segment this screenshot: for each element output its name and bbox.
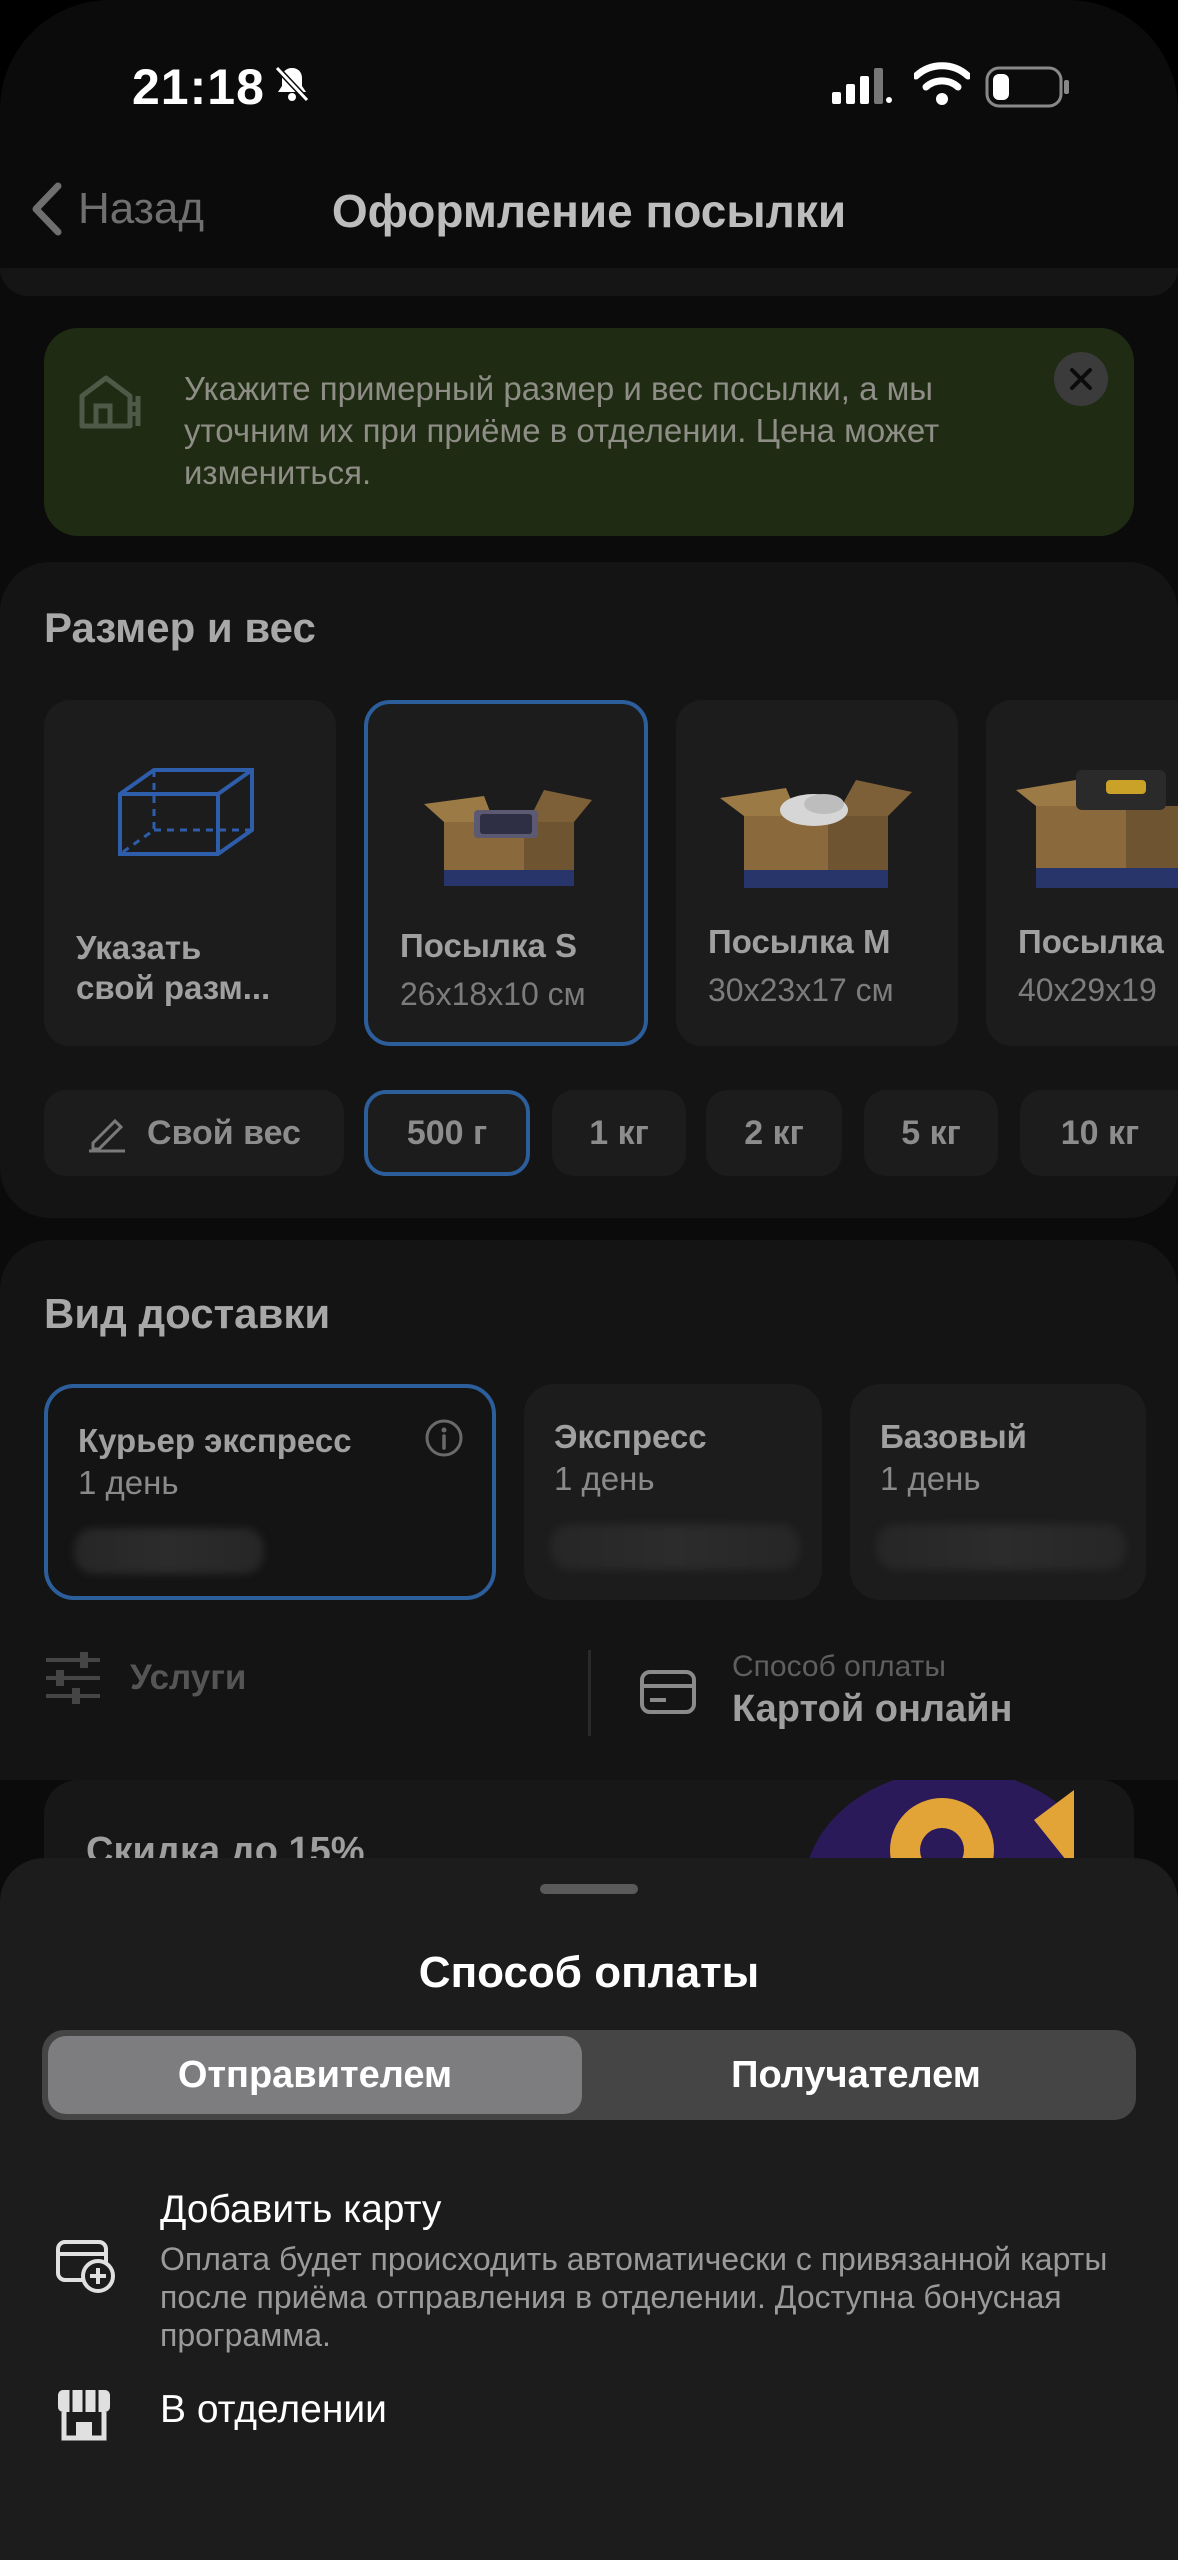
close-icon	[1070, 368, 1092, 390]
divider	[588, 1650, 591, 1736]
store-icon	[58, 2390, 110, 2441]
delivery-option-express[interactable]: Экспресс 1 день	[524, 1384, 822, 1600]
battery-icon	[985, 66, 1069, 108]
weight-chip-label: 10 кг	[1060, 1113, 1140, 1152]
weight-chip-label: 2 кг	[744, 1113, 804, 1152]
sheet-title: Способ оплаты	[418, 1948, 760, 1997]
delivery-option-days: 1 день	[78, 1464, 179, 1501]
size-option-l[interactable]: Посылка 40x29x19	[986, 700, 1178, 1046]
delivery-option-days: 1 день	[554, 1460, 655, 1497]
cellular-signal-icon	[832, 68, 892, 104]
pencil-icon	[89, 1118, 126, 1153]
blurred-price	[74, 1528, 264, 1574]
chevron-left-icon	[32, 182, 62, 236]
add-card-description: Оплата будет происходить автоматически с…	[160, 2241, 1108, 2353]
size-option-m[interactable]: Посылка M 30x23x17 см	[676, 700, 958, 1046]
info-icon[interactable]	[424, 1418, 464, 1458]
weight-chip-label: 500 г	[406, 1113, 488, 1152]
back-label: Назад	[78, 184, 205, 233]
add-card-icon	[56, 2240, 115, 2293]
delivery-option-name: Экспресс	[554, 1418, 707, 1455]
navigation-bar: Оформление посылки Назад	[0, 160, 1178, 270]
payment-method-value: Картой онлайн	[732, 1688, 1013, 1730]
custom-size-box-icon	[118, 768, 254, 856]
status-bar: 21:18	[0, 0, 1178, 160]
services-button[interactable]: Услуги	[44, 1650, 246, 1706]
pay-at-branch-title: В отделении	[160, 2388, 387, 2431]
size-option-label: Указать свой разм...	[76, 929, 271, 1006]
parcel-box-image	[424, 790, 592, 886]
blurred-price	[876, 1524, 1126, 1570]
parcel-box-image	[720, 780, 912, 888]
weight-chip-2kg[interactable]: 2 кг	[706, 1090, 842, 1176]
size-option-dims: 30x23x17 см	[708, 972, 894, 1008]
delivery-option-days: 1 день	[880, 1460, 981, 1497]
size-option-s[interactable]: Посылка S 26x18x10 см	[364, 700, 648, 1046]
delivery-option-name: Базовый	[880, 1418, 1027, 1455]
weight-chip-custom[interactable]: Свой вес	[44, 1090, 344, 1176]
house-ruler-icon	[79, 375, 141, 429]
credit-card-icon	[640, 1670, 696, 1714]
size-section-title: Размер и вес	[44, 604, 316, 651]
weight-chip-label: Свой вес	[147, 1113, 301, 1152]
info-banner-text: Укажите примерный размер и вес посылки, …	[184, 370, 940, 491]
delivery-option-basic[interactable]: Базовый 1 день	[850, 1384, 1146, 1600]
size-option-dims: 26x18x10 см	[400, 976, 586, 1012]
parcel-box-image	[1016, 770, 1178, 888]
size-option-label: Посылка	[1018, 923, 1164, 960]
wifi-icon	[914, 62, 970, 105]
close-banner-button[interactable]	[1054, 352, 1108, 406]
weight-chip-1kg[interactable]: 1 кг	[552, 1090, 686, 1176]
size-weight-section: Размер и вес Указать свой разм... Посылка…	[0, 562, 1178, 1218]
silent-bell-icon	[274, 65, 310, 103]
sheet-grabber[interactable]	[540, 1884, 638, 1894]
back-button[interactable]: Назад	[30, 182, 204, 236]
weight-chip-5kg[interactable]: 5 кг	[864, 1090, 998, 1176]
weight-chip-500g[interactable]: 500 г	[364, 1090, 530, 1176]
weight-chip-10kg[interactable]: 10 кг	[1020, 1090, 1178, 1176]
weight-chip-label: 5 кг	[901, 1113, 961, 1152]
weight-chip-label: 1 кг	[589, 1113, 649, 1152]
delivery-section: Вид доставки Курьер экспресс 1 день Эксп…	[0, 1240, 1178, 1780]
payment-bottom-sheet: Способ оплаты Отправителем Получателем Д…	[0, 1858, 1178, 2560]
size-option-label: Посылка S	[400, 927, 577, 964]
size-option-custom[interactable]: Указать свой разм...	[44, 700, 336, 1046]
delivery-option-name: Курьер экспресс	[78, 1422, 352, 1459]
size-option-label: Посылка M	[708, 923, 891, 960]
delivery-option-courier-express[interactable]: Курьер экспресс 1 день	[44, 1384, 496, 1600]
payer-segmented-control: Отправителем Получателем	[42, 2030, 1136, 2120]
add-card-option[interactable]: Добавить карту Оплата будет происходить …	[0, 2178, 1178, 2353]
app-screen: 21:18 Оформление посылки Назад Укажите п…	[0, 0, 1178, 2560]
sliders-icon	[46, 1652, 100, 1704]
delivery-section-title: Вид доставки	[44, 1290, 331, 1337]
status-time: 21:18	[132, 59, 265, 115]
top-strip	[0, 268, 1178, 296]
payment-method-caption: Способ оплаты	[732, 1650, 946, 1683]
size-option-dims: 40x29x19	[1018, 972, 1157, 1008]
pay-at-branch-option[interactable]: В отделении	[0, 2378, 1178, 2468]
add-card-title: Добавить карту	[160, 2188, 442, 2231]
info-banner: Укажите примерный размер и вес посылки, …	[44, 328, 1134, 536]
segment-recipient[interactable]: Получателем	[582, 2036, 1130, 2114]
blurred-price	[550, 1524, 800, 1570]
services-label: Услуги	[130, 1658, 247, 1697]
segment-sender[interactable]: Отправителем	[48, 2036, 582, 2114]
